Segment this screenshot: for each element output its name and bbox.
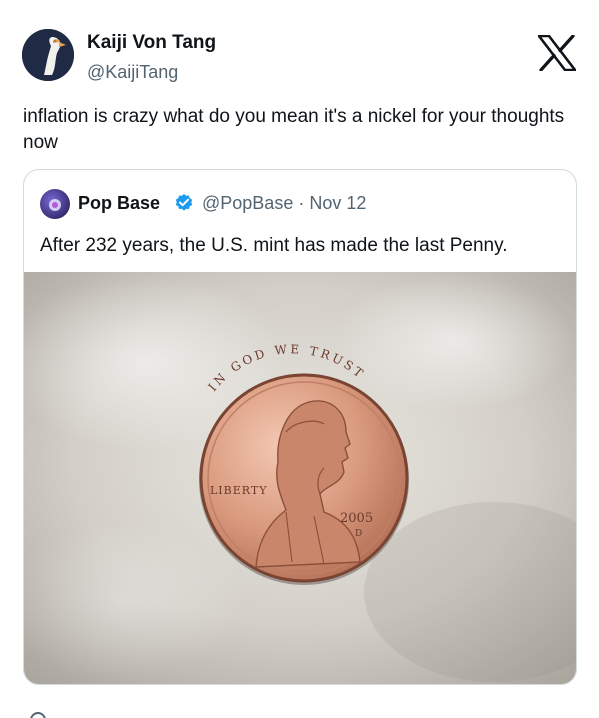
tweet-card: Kaiji Von Tang @KaijiTang inflation is c… — [0, 0, 599, 718]
verified-badge-icon — [174, 193, 194, 213]
x-logo-icon[interactable] — [537, 34, 577, 72]
quote-author-name[interactable]: Pop Base — [78, 191, 160, 215]
author-avatar[interactable] — [22, 29, 74, 81]
quote-author-avatar[interactable] — [40, 189, 70, 219]
author-handle[interactable]: @KaijiTang — [87, 60, 178, 84]
goose-avatar-image — [22, 29, 74, 81]
quote-handle-date[interactable]: @PopBase · Nov 12 — [202, 191, 366, 215]
coin-liberty: LIBERTY — [210, 484, 267, 497]
penny-photo[interactable]: IN GOD WE TRUST LIBERTY 2005 D — [24, 272, 576, 684]
author-name[interactable]: Kaiji Von Tang — [87, 31, 216, 55]
quote-text: After 232 years, the U.S. mint has made … — [40, 235, 508, 256]
tweet-text: inflation is crazy what do you mean it's… — [23, 106, 565, 153]
penny-image: IN GOD WE TRUST LIBERTY 2005 D — [24, 272, 576, 684]
coin-mint-mark: D — [355, 529, 362, 539]
coin-year: 2005 — [340, 511, 373, 526]
next-item-icon — [30, 712, 46, 718]
pop-base-avatar-image — [40, 189, 70, 219]
quoted-tweet[interactable]: Pop Base @PopBase · Nov 12 After 232 yea… — [23, 169, 577, 685]
